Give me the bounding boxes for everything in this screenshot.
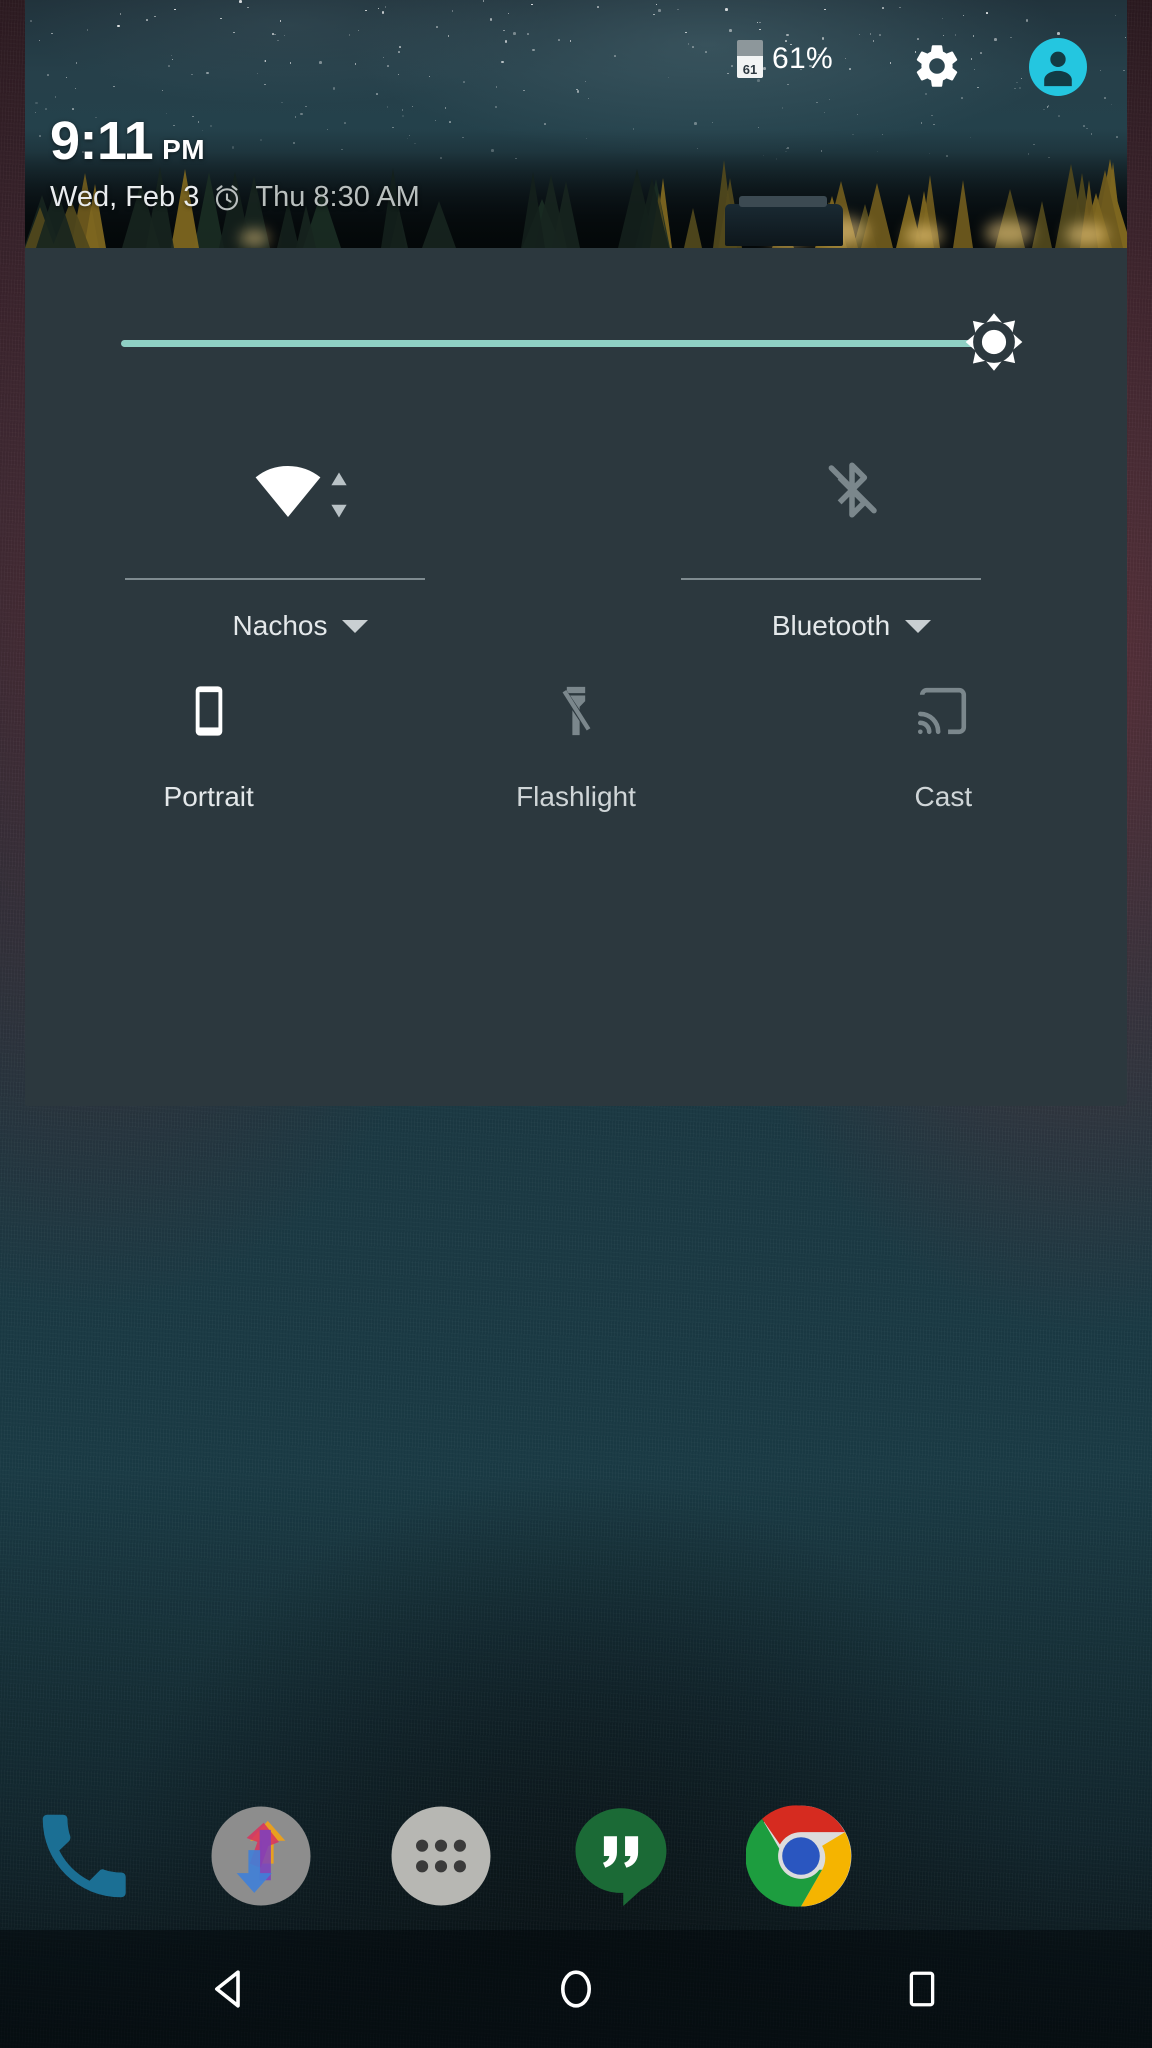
settings-button[interactable] <box>911 40 963 92</box>
tile-bluetooth-label-row[interactable]: Bluetooth <box>576 610 1127 642</box>
user-avatar-button[interactable] <box>1029 38 1087 96</box>
time-ampm: PM <box>162 134 206 165</box>
tile-flashlight[interactable]: Flashlight <box>392 663 759 913</box>
photos-sync-arrows-icon <box>211 1806 311 1906</box>
nav-recents-button[interactable] <box>822 1930 1022 2048</box>
chevron-down-icon[interactable] <box>342 619 369 633</box>
tile-flashlight-label: Flashlight <box>516 781 636 812</box>
clock-block: 9:11 PM Wed, Feb 3 Thu 8:30 AM <box>50 110 420 214</box>
dock-item-hangouts[interactable] <box>555 1790 687 1922</box>
tile-bluetooth[interactable]: Bluetooth <box>576 438 1127 648</box>
phone-handset-icon <box>42 1814 126 1898</box>
chevron-down-icon[interactable] <box>905 619 932 633</box>
alarm-clock-icon <box>216 184 239 210</box>
navigation-bar <box>0 1930 1152 2048</box>
date-row: Wed, Feb 3 Thu 8:30 AM <box>50 181 420 214</box>
tile-rotation[interactable]: Portrait <box>25 663 392 913</box>
app-drawer-dots-icon <box>391 1806 491 1906</box>
quick-settings-top-row: Nachos Bluetooth <box>25 438 1127 648</box>
tile-cast-label: Cast <box>914 781 973 812</box>
dock-item-chrome[interactable] <box>735 1790 867 1922</box>
nav-back-button[interactable] <box>130 1930 330 2048</box>
bluetooth-disabled-icon <box>828 462 877 518</box>
account-avatar-icon <box>1044 51 1072 87</box>
time-row: 9:11 PM <box>50 110 420 172</box>
battery-icon: 61 <box>737 40 763 78</box>
data-activity-up-down-icon <box>330 472 347 518</box>
dock-item-photos[interactable] <box>195 1790 327 1922</box>
tile-flashlight-icon-area <box>547 663 605 759</box>
dock-item-app-drawer[interactable] <box>375 1790 507 1922</box>
chrome-browser-icon <box>746 1805 852 1907</box>
phone-portrait-icon <box>195 686 222 736</box>
tile-cast-icon-area <box>914 663 972 759</box>
date-value: Wed, Feb 3 <box>50 181 200 213</box>
dock-item-phone[interactable] <box>18 1790 150 1922</box>
brightness-slider[interactable] <box>25 248 1127 438</box>
tile-wifi-divider <box>125 578 425 580</box>
tile-bluetooth-divider <box>681 578 981 580</box>
notification-shade-header: 61 61% 9:11 PM Wed, Feb 3 Thu 8:30 AM <box>25 0 1127 248</box>
tile-bluetooth-label: Bluetooth <box>771 610 891 641</box>
gear-icon <box>916 45 958 87</box>
quick-settings-panel: Nachos Bluetooth Portrait Flashlight Cas… <box>25 248 1127 1106</box>
brightness-track[interactable] <box>121 340 994 347</box>
alarm-value: Thu 8:30 AM <box>255 181 420 213</box>
tile-rotation-label: Portrait <box>163 781 254 812</box>
cast-screen-icon <box>918 687 967 735</box>
battery-percent-label: 61% <box>772 42 833 75</box>
time-value: 9:11 <box>50 111 154 171</box>
tile-wifi-label: Nachos <box>232 610 328 641</box>
back-triangle-icon <box>215 1970 240 2008</box>
flashlight-off-icon <box>559 686 594 736</box>
quick-settings-bottom-row: Portrait Flashlight Cast <box>25 663 1127 913</box>
tile-cast[interactable]: Cast <box>760 663 1127 913</box>
tile-wifi[interactable]: Nachos <box>25 438 576 648</box>
home-dock <box>0 1790 1152 1922</box>
tile-wifi-label-row[interactable]: Nachos <box>25 610 576 642</box>
battery-level-text: 61 <box>742 62 758 77</box>
battery-status: 61 61% <box>737 40 833 78</box>
home-circle-icon <box>561 1970 591 2008</box>
hangouts-quote-bubble-icon <box>575 1808 667 1906</box>
tile-rotation-icon-area <box>180 663 238 759</box>
tile-wifi-icon-area <box>25 438 576 542</box>
brightness-sun-icon <box>965 313 1023 371</box>
tile-bluetooth-icon-area <box>576 438 1127 542</box>
wifi-full-signal-icon <box>255 465 320 517</box>
truck-silhouette <box>725 196 843 246</box>
nav-home-button[interactable] <box>476 1930 676 2048</box>
recents-square-icon <box>909 1971 935 2007</box>
brightness-thumb[interactable] <box>948 296 1040 388</box>
status-bar: 61 61% <box>25 34 1127 96</box>
